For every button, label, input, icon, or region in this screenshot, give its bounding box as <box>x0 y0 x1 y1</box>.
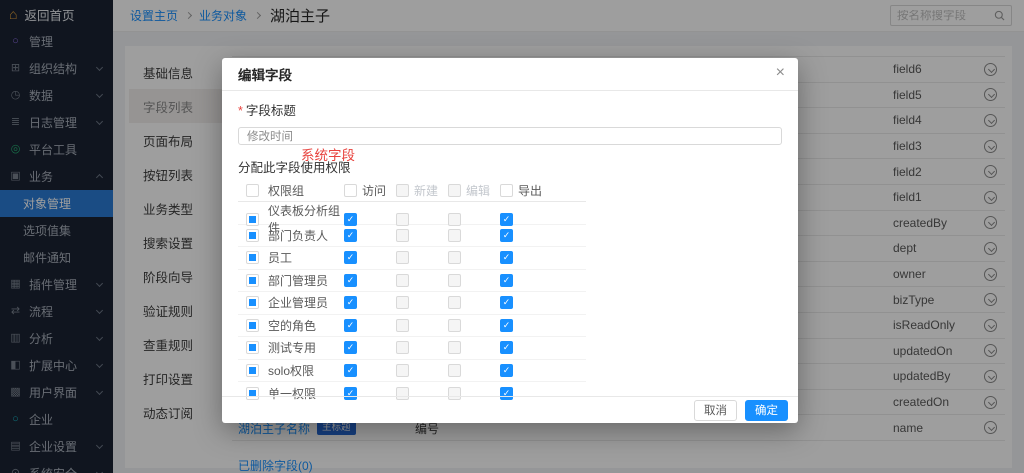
group-checkbox[interactable] <box>246 296 259 309</box>
visit-header-checkbox[interactable] <box>344 184 357 197</box>
modal-body: *字段标题 系统字段 分配此字段使用权限 权限组 访问 新建 <box>222 100 798 405</box>
visit-checkbox[interactable] <box>344 296 357 309</box>
group-checkbox[interactable] <box>246 364 259 377</box>
edit-header-checkbox <box>448 184 461 197</box>
edit-column: 编辑 <box>448 182 490 199</box>
create-column: 新建 <box>396 182 438 199</box>
permission-table: 权限组 访问 新建 编辑 导出 <box>238 180 586 405</box>
permission-row: 部门负责人 <box>238 225 586 248</box>
field-title-label: *字段标题 <box>238 100 782 119</box>
export-column: 导出 <box>500 182 542 199</box>
modal-title: 编辑字段 <box>238 64 292 84</box>
permission-group-label: solo权限 <box>268 362 314 379</box>
export-checkbox[interactable] <box>500 274 513 287</box>
visit-checkbox[interactable] <box>344 251 357 264</box>
permission-row: solo权限 <box>238 360 586 383</box>
group-checkbox[interactable] <box>246 251 259 264</box>
app-window: ⌂ 返回首页 ○ 管理 ⊞ 组织结构 ◷ 数据 ≣ 日志管理 ◎ 平台工具 ▣ … <box>0 0 1024 473</box>
edit-checkbox <box>448 274 461 287</box>
create-checkbox <box>396 251 409 264</box>
permission-table-header: 权限组 访问 新建 编辑 导出 <box>238 180 586 202</box>
export-checkbox[interactable] <box>500 364 513 377</box>
group-checkbox[interactable] <box>246 341 259 354</box>
create-checkbox <box>396 341 409 354</box>
edit-checkbox <box>448 319 461 332</box>
cancel-button[interactable]: 取消 <box>694 400 737 421</box>
visit-checkbox[interactable] <box>344 274 357 287</box>
edit-checkbox <box>448 364 461 377</box>
edit-checkbox <box>448 341 461 354</box>
permission-group-label: 员工 <box>268 249 292 266</box>
permission-group-label: 部门负责人 <box>268 227 328 244</box>
export-checkbox[interactable] <box>500 213 513 226</box>
create-header-checkbox <box>396 184 409 197</box>
group-checkbox[interactable] <box>246 213 259 226</box>
close-icon[interactable]: × <box>776 65 785 81</box>
required-asterisk: * <box>238 104 243 118</box>
permission-row: 测试专用 <box>238 337 586 360</box>
confirm-button[interactable]: 确定 <box>745 400 788 421</box>
visit-checkbox[interactable] <box>344 213 357 226</box>
create-checkbox <box>396 213 409 226</box>
create-checkbox <box>396 364 409 377</box>
permission-row: 企业管理员 <box>238 292 586 315</box>
edit-checkbox <box>448 251 461 264</box>
group-column-label: 权限组 <box>268 182 304 199</box>
visit-column-label: 访问 <box>362 182 386 199</box>
permission-rows: 仪表板分析组件 部门负责人 <box>238 202 586 405</box>
group-checkbox[interactable] <box>246 319 259 332</box>
export-header-checkbox[interactable] <box>500 184 513 197</box>
export-column-label: 导出 <box>518 182 542 199</box>
edit-field-modal: 编辑字段 × *字段标题 系统字段 分配此字段使用权限 权限组 访问 <box>222 58 798 423</box>
export-checkbox[interactable] <box>500 296 513 309</box>
edit-column-label: 编辑 <box>466 182 490 199</box>
visit-checkbox[interactable] <box>344 319 357 332</box>
export-checkbox[interactable] <box>500 319 513 332</box>
create-checkbox <box>396 274 409 287</box>
export-checkbox[interactable] <box>500 341 513 354</box>
permission-group-label: 测试专用 <box>268 339 316 356</box>
create-checkbox <box>396 319 409 332</box>
permission-row: 仪表板分析组件 <box>238 202 586 225</box>
permission-group-label: 部门管理员 <box>268 272 328 289</box>
permission-row: 空的角色 <box>238 315 586 338</box>
export-checkbox[interactable] <box>500 229 513 242</box>
group-checkbox[interactable] <box>246 229 259 242</box>
modal-header: 编辑字段 <box>222 58 798 91</box>
permission-row: 部门管理员 <box>238 270 586 293</box>
export-checkbox[interactable] <box>500 251 513 264</box>
edit-checkbox <box>448 213 461 226</box>
permission-row: 员工 <box>238 247 586 270</box>
create-checkbox <box>396 229 409 242</box>
visit-checkbox[interactable] <box>344 229 357 242</box>
permission-group-label: 空的角色 <box>268 317 316 334</box>
edit-checkbox <box>448 296 461 309</box>
group-checkbox[interactable] <box>246 274 259 287</box>
visit-column: 访问 <box>344 182 386 199</box>
visit-checkbox[interactable] <box>344 341 357 354</box>
edit-checkbox <box>448 229 461 242</box>
field-title-input[interactable] <box>238 127 782 145</box>
group-header-checkbox[interactable] <box>246 184 259 197</box>
create-column-label: 新建 <box>414 182 438 199</box>
system-field-annotation: 系统字段 <box>301 144 355 164</box>
permission-group-label: 企业管理员 <box>268 294 328 311</box>
modal-footer: 取消 确定 <box>222 396 798 423</box>
create-checkbox <box>396 296 409 309</box>
visit-checkbox[interactable] <box>344 364 357 377</box>
